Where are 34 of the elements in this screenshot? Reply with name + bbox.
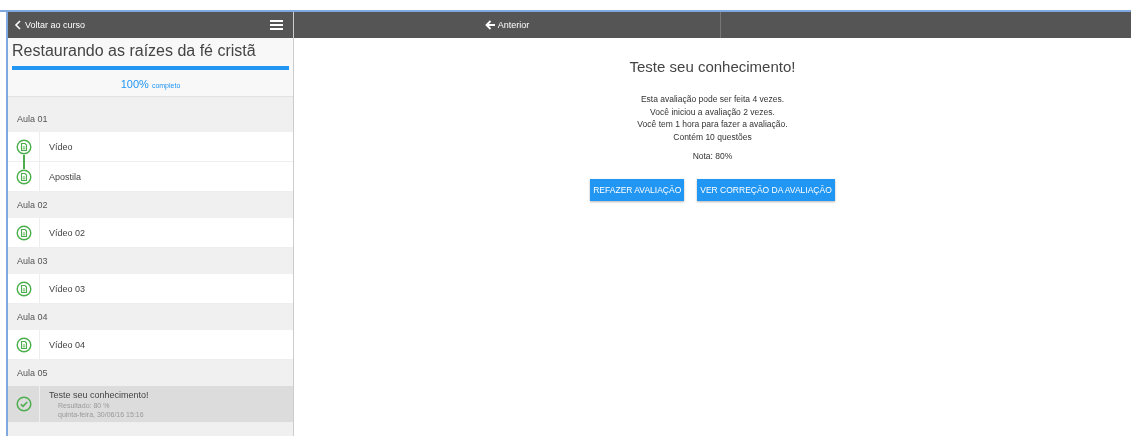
item-label: Apostila	[49, 171, 82, 182]
menu-icon[interactable]	[270, 20, 283, 30]
chevron-left-icon	[14, 20, 22, 30]
info-line: Esta avaliação pode ser feita 4 vezes.	[639, 93, 786, 106]
item-label: Teste seu conhecimento!	[49, 390, 149, 400]
lesson-item[interactable]: Vídeo 03	[8, 274, 293, 304]
quiz-title: Teste seu conhecimento!	[629, 58, 796, 75]
lesson-item[interactable]: Apostila	[8, 162, 293, 192]
lesson-item[interactable]: Vídeo	[8, 132, 293, 162]
lesson-header: Aula 02	[16, 199, 49, 212]
info-line: Você tem 1 hora para fazer a avaliação.	[637, 118, 788, 131]
document-icon	[15, 280, 32, 297]
lesson-header: Aula 01	[16, 113, 49, 126]
item-label: Vídeo 03	[49, 283, 86, 294]
info-line: Contém 10 questões	[672, 130, 753, 143]
item-label: Vídeo 04	[49, 339, 86, 350]
lesson-item[interactable]: Vídeo 02	[8, 218, 293, 248]
connector-line	[22, 155, 25, 169]
document-icon	[15, 138, 32, 155]
grade-text: Nota: 80%	[692, 151, 733, 161]
lesson-header: Aula 03	[16, 255, 49, 268]
check-icon	[15, 396, 32, 412]
arrow-left-icon	[484, 20, 496, 30]
lesson-item[interactable]: Vídeo 04	[8, 330, 293, 360]
info-line: Você iniciou a avaliação 2 vezes.	[649, 105, 776, 118]
document-icon	[15, 168, 32, 185]
document-icon	[15, 224, 32, 241]
lesson-header: Aula 05	[16, 367, 49, 380]
item-label: Vídeo	[49, 141, 73, 152]
document-icon	[15, 336, 32, 353]
back-link[interactable]: Voltar ao curso	[14, 20, 86, 30]
item-label: Vídeo 02	[49, 227, 86, 238]
course-title: Restaurando as raízes da fé cristã	[12, 42, 257, 60]
lesson-header: Aula 04	[16, 311, 49, 324]
